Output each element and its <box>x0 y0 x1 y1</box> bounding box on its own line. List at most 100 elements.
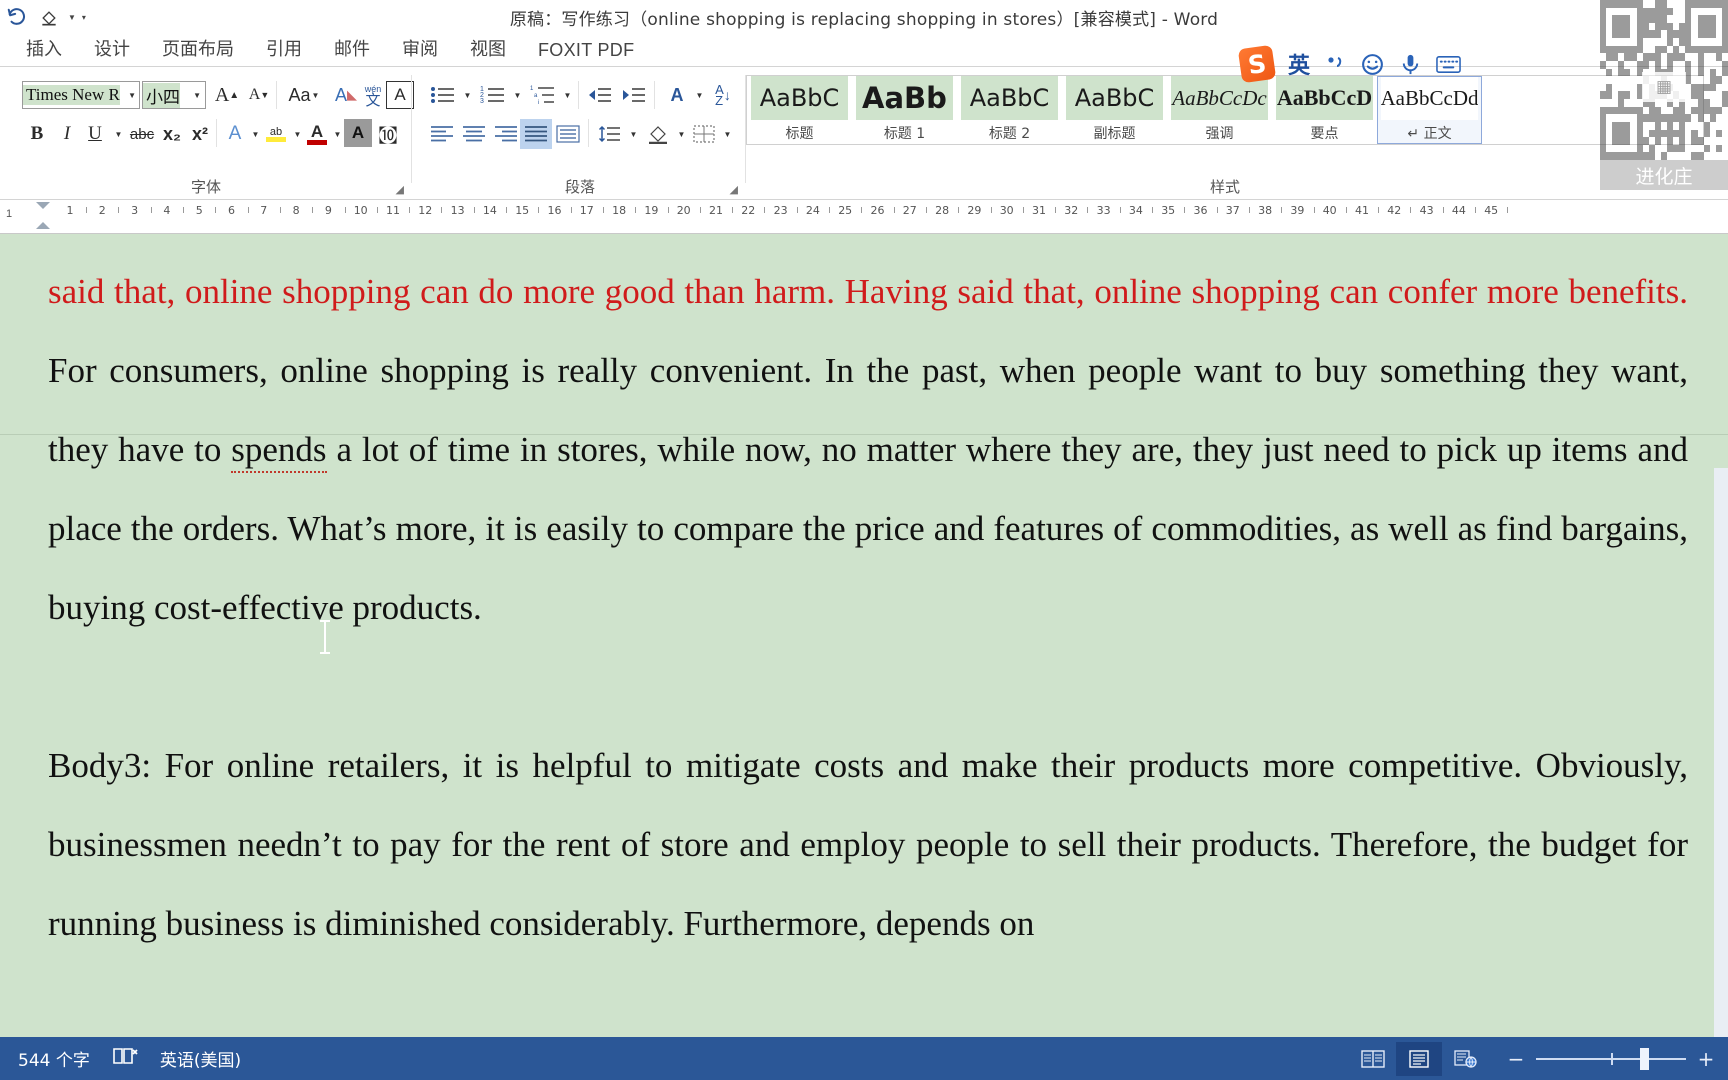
style-item-heading-2[interactable]: AaBbC 标题 2 <box>957 76 1062 144</box>
chevron-down-icon[interactable]: ▼ <box>290 119 304 149</box>
style-item-normal[interactable]: AaBbCcDd ↵ 正文 <box>1377 76 1482 144</box>
subscript-icon[interactable]: x₂ <box>158 119 186 149</box>
proofing-errors-icon[interactable] <box>112 1046 138 1071</box>
tab-design[interactable]: 设计 <box>78 33 146 66</box>
style-item-emphasis[interactable]: AaBbCcDc 强调 <box>1167 76 1272 144</box>
page[interactable]: said that, online shopping can do more g… <box>0 234 1728 1037</box>
window-title: 原稿：写作练习（online shopping is replacing sho… <box>509 10 1219 30</box>
align-right-icon[interactable] <box>490 119 522 149</box>
distribute-icon[interactable] <box>552 119 584 149</box>
language-label[interactable]: 英语(美国) <box>160 1046 241 1071</box>
sogou-logo-icon[interactable]: S <box>1237 44 1277 84</box>
punctuation-icon[interactable] <box>1324 53 1346 75</box>
sogou-ime-toolbar[interactable]: S 英 <box>1237 44 1461 84</box>
document-canvas[interactable]: said that, online shopping can do more g… <box>0 234 1728 1037</box>
style-item-title[interactable]: AaBbC 标题 <box>747 76 852 144</box>
text-effects-icon[interactable]: A <box>222 119 248 149</box>
document-text[interactable]: said that, online shopping can do more g… <box>48 252 1688 963</box>
divider <box>578 81 579 109</box>
clear-formatting-icon[interactable]: A ◣ <box>332 81 360 109</box>
chevron-down-icon[interactable]: ▼ <box>248 119 262 149</box>
word-count[interactable]: 544 个字 <box>18 1046 90 1071</box>
qr-cell <box>1722 130 1728 138</box>
voice-input-icon[interactable] <box>1399 53 1422 76</box>
underline-icon[interactable]: U <box>82 119 108 149</box>
chevron-down-icon[interactable]: ▼ <box>560 81 574 109</box>
web-layout-icon[interactable] <box>1442 1042 1488 1076</box>
chevron-down-icon[interactable]: ▼ <box>692 81 706 109</box>
superscript-icon[interactable]: x² <box>186 119 214 149</box>
shrink-font-icon[interactable]: A ▼ <box>244 81 274 109</box>
ribbon: Times New R ▼ 小四 ▼ A ▲ A ▼ Aa ▼ A ◣ wén 文 <box>0 67 1728 200</box>
soft-keyboard-icon[interactable] <box>1436 54 1461 75</box>
italic-icon[interactable]: I <box>54 119 80 149</box>
ruler-tick <box>215 207 217 213</box>
style-item-strong[interactable]: AaBbCcD 要点 <box>1272 76 1377 144</box>
tab-foxit-pdf[interactable]: FOXIT PDF <box>522 38 650 66</box>
font-size-input[interactable]: 小四 ▼ <box>142 81 206 109</box>
zoom-slider[interactable] <box>1536 1047 1686 1070</box>
first-line-indent-marker[interactable] <box>36 202 50 209</box>
align-left-icon[interactable] <box>426 119 458 149</box>
decrease-indent-icon[interactable] <box>584 81 616 109</box>
horizontal-ruler[interactable]: 1 1 2 3 4 5 6 7 8 9 10 11 12 13 14 15 16 17 18 19 20 21 22 23 2… <box>0 200 1728 234</box>
chevron-down-icon[interactable]: ▼ <box>510 81 524 109</box>
chevron-down-icon[interactable]: ▼ <box>110 119 126 149</box>
paragraph-1[interactable]: said that, online shopping can do more g… <box>48 252 1688 647</box>
font-name-input[interactable]: Times New R ▼ <box>22 81 140 109</box>
multilevel-list-icon[interactable]: 1ai <box>526 81 560 109</box>
ime-mode-label[interactable]: 英 <box>1288 48 1310 80</box>
grow-font-icon[interactable]: A ▲ <box>212 81 242 109</box>
justify-icon[interactable] <box>520 119 552 149</box>
styles-gallery[interactable]: AaBbC 标题 AaBb 标题 1 AaBbC 标题 2 AaBbC 副标题 … <box>746 75 1704 145</box>
tab-insert[interactable]: 插入 <box>0 33 78 66</box>
character-border-icon[interactable]: A <box>386 81 414 109</box>
print-layout-icon[interactable] <box>1396 1041 1442 1076</box>
line-spacing-icon[interactable] <box>594 119 626 149</box>
increase-indent-icon[interactable] <box>618 81 650 109</box>
tab-review[interactable]: 审阅 <box>386 33 454 66</box>
bold-icon[interactable]: B <box>24 119 50 149</box>
tab-view[interactable]: 视图 <box>454 33 522 66</box>
asian-layout-icon[interactable]: A <box>660 81 694 109</box>
empty-paragraph[interactable] <box>48 647 1688 726</box>
shading-icon[interactable] <box>642 119 674 149</box>
ruler-tick <box>1022 207 1024 213</box>
emoji-icon[interactable] <box>1360 52 1385 77</box>
style-item-subtitle[interactable]: AaBbC 副标题 <box>1062 76 1167 144</box>
chevron-down-icon[interactable]: ▼ <box>460 81 474 109</box>
zoom-slider-handle[interactable] <box>1640 1047 1649 1070</box>
sort-icon[interactable]: A Z ↓ <box>708 81 738 109</box>
paragraph-2[interactable]: Body3: For online retailers, it is helpf… <box>48 726 1688 963</box>
chevron-down-icon[interactable]: ▼ <box>674 119 688 149</box>
vertical-scrollbar[interactable] <box>1714 468 1728 1037</box>
chevron-down-icon[interactable]: ▼ <box>193 91 201 100</box>
phonetic-guide-icon[interactable]: wén 文 <box>358 78 388 112</box>
chevron-down-icon[interactable]: ▼ <box>720 119 734 149</box>
font-dialog-launcher[interactable]: ◢ <box>396 183 404 196</box>
paragraph-dialog-launcher[interactable]: ◢ <box>730 183 738 196</box>
tab-page-layout[interactable]: 页面布局 <box>146 33 250 66</box>
character-shading-icon[interactable]: A <box>344 119 372 147</box>
left-indent-marker[interactable] <box>36 222 50 229</box>
borders-icon[interactable] <box>688 119 720 149</box>
tab-mailings[interactable]: 邮件 <box>318 33 386 66</box>
black-run-3: Body3: For online retailers, it is helpf… <box>48 746 1688 943</box>
chevron-down-icon[interactable]: ▼ <box>330 119 344 149</box>
enclose-character-icon[interactable]: ㉈ <box>374 119 402 149</box>
zoom-in-button[interactable]: + <box>1696 1047 1716 1071</box>
style-item-heading-1[interactable]: AaBb 标题 1 <box>852 76 957 144</box>
bullets-icon[interactable] <box>426 81 460 109</box>
change-case-icon[interactable]: Aa ▼ <box>282 81 326 109</box>
numbering-icon[interactable]: 123 <box>476 81 510 109</box>
read-mode-icon[interactable] <box>1350 1042 1396 1076</box>
zoom-out-button[interactable]: − <box>1506 1047 1526 1071</box>
zoom-control[interactable]: − + <box>1506 1047 1716 1071</box>
strikethrough-icon[interactable]: abc <box>126 119 158 149</box>
chevron-down-icon[interactable]: ▼ <box>626 119 640 149</box>
align-center-icon[interactable] <box>458 119 490 149</box>
font-color-icon[interactable]: A <box>304 119 330 149</box>
highlight-color-icon[interactable]: ab <box>262 119 290 149</box>
tab-references[interactable]: 引用 <box>250 33 318 66</box>
chevron-down-icon[interactable]: ▼ <box>128 91 136 100</box>
